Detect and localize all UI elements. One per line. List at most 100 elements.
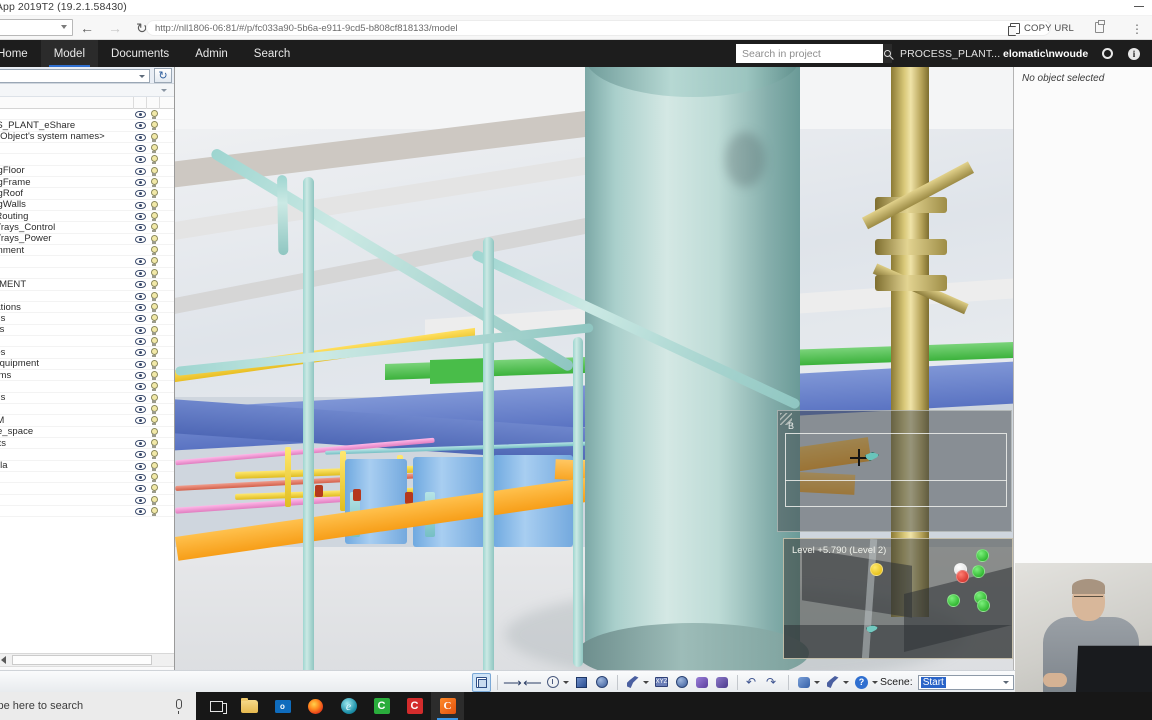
- highlight-bulb-icon[interactable]: [150, 166, 158, 176]
- highlight-bulb-icon[interactable]: [150, 189, 158, 199]
- copy-url-button[interactable]: COPY URL: [1008, 20, 1074, 36]
- visibility-eye-icon[interactable]: [135, 179, 146, 187]
- tree-row[interactable]: ingFloor: [0, 165, 174, 178]
- history-button[interactable]: [543, 673, 562, 692]
- visibility-eye-icon[interactable]: [135, 451, 146, 459]
- visibility-eye-icon[interactable]: [135, 145, 146, 153]
- visibility-eye-icon[interactable]: [135, 485, 146, 493]
- tree-row[interactable]: [0, 472, 174, 484]
- tree-row[interactable]: dations: [0, 302, 174, 314]
- tree-row[interactable]: ekla: [0, 460, 174, 472]
- highlight-bulb-icon[interactable]: [150, 155, 158, 165]
- highlight-bulb-icon[interactable]: [150, 359, 158, 369]
- visibility-eye-icon[interactable]: [135, 417, 146, 425]
- chevron-down-icon[interactable]: [563, 680, 569, 684]
- tree-row[interactable]: [0, 404, 174, 416]
- gold-column[interactable]: [891, 67, 929, 617]
- chevron-down-icon[interactable]: [643, 680, 649, 684]
- highlight-bulb-icon[interactable]: [150, 393, 158, 403]
- tree-row[interactable]: [0, 336, 174, 348]
- visibility-eye-icon[interactable]: [135, 462, 146, 470]
- taskbar-search[interactable]: ype here to search: [0, 692, 196, 720]
- settings-button[interactable]: [823, 673, 842, 692]
- tree-row[interactable]: ingRoof: [0, 188, 174, 200]
- visibility-eye-icon[interactable]: [135, 349, 146, 357]
- search-button[interactable]: [883, 44, 892, 63]
- tag-button[interactable]: XYZ: [652, 673, 671, 692]
- section-button[interactable]: [712, 673, 731, 692]
- tree-row[interactable]: [0, 483, 174, 495]
- highlight-bulb-icon[interactable]: [150, 257, 158, 267]
- forward-arrow-icon[interactable]: →: [108, 21, 122, 35]
- tree-rows[interactable]: SS_PLANT_eShare in Object's system names…: [0, 109, 174, 664]
- tree-row[interactable]: des: [0, 347, 174, 359]
- highlight-bulb-icon[interactable]: [150, 507, 158, 517]
- highlight-bulb-icon[interactable]: [150, 200, 158, 210]
- highlight-bulb-icon[interactable]: [150, 416, 158, 426]
- orbit-button[interactable]: [672, 673, 691, 692]
- nav-item-model[interactable]: Model: [40, 40, 99, 67]
- visibility-eye-icon[interactable]: [135, 383, 146, 391]
- forward-button[interactable]: ⟵: [523, 673, 542, 692]
- nav-item-documents[interactable]: Documents: [98, 40, 182, 67]
- tree-row[interactable]: [0, 143, 174, 155]
- visibility-eye-icon[interactable]: [135, 258, 146, 266]
- back-button[interactable]: ⟶: [503, 673, 522, 692]
- highlight-bulb-icon[interactable]: [150, 484, 158, 494]
- tree-row[interactable]: ainment: [0, 245, 174, 257]
- highlight-bulb-icon[interactable]: [150, 370, 158, 380]
- tree-row[interactable]: SS_PLANT_eShare: [0, 120, 174, 132]
- visibility-eye-icon[interactable]: [135, 439, 146, 447]
- visibility-eye-icon[interactable]: [135, 360, 146, 368]
- highlight-bulb-icon[interactable]: [150, 348, 158, 358]
- outlook-button[interactable]: o: [266, 692, 299, 720]
- chevron-down-icon[interactable]: [814, 680, 820, 684]
- highlight-bulb-icon[interactable]: [150, 450, 158, 460]
- search-input[interactable]: [736, 44, 883, 63]
- tree-row[interactable]: [0, 268, 174, 280]
- highlight-bulb-icon[interactable]: [150, 325, 158, 335]
- tree-row[interactable]: IPMENT: [0, 279, 174, 291]
- tree-row[interactable]: ce: [0, 381, 174, 393]
- highlight-bulb-icon[interactable]: [150, 291, 158, 301]
- process-tank[interactable]: [577, 67, 809, 670]
- highlight-bulb-icon[interactable]: [150, 302, 158, 312]
- visibility-eye-icon[interactable]: [135, 213, 146, 221]
- visibility-eye-icon[interactable]: [135, 133, 146, 141]
- tree-row[interactable]: orms: [0, 370, 174, 382]
- undo-button[interactable]: ↶: [743, 673, 762, 692]
- tree-row[interactable]: ingFrame: [0, 177, 174, 189]
- highlight-bulb-icon[interactable]: [150, 438, 158, 448]
- highlight-bulb-icon[interactable]: [150, 246, 158, 256]
- highlight-bulb-icon[interactable]: [150, 495, 158, 505]
- internet-explorer-button[interactable]: e: [332, 692, 365, 720]
- task-view-button[interactable]: [200, 692, 233, 720]
- marker-red[interactable]: [956, 570, 969, 583]
- marker-green-3[interactable]: [947, 594, 960, 607]
- tree-row[interactable]: rEquipment: [0, 358, 174, 370]
- highlight-bulb-icon[interactable]: [150, 110, 158, 119]
- url-bar[interactable]: http://nll1806-06:81/#/p/fc033a90-5b6a-e…: [146, 20, 1051, 36]
- model-viewport-3d[interactable]: B Level +5.790 (Level 2): [175, 67, 1013, 670]
- browser-profile-combo[interactable]: [0, 19, 73, 36]
- highlight-bulb-icon[interactable]: [150, 234, 158, 244]
- marker-green-5[interactable]: [977, 599, 990, 612]
- green-app-button[interactable]: C: [365, 692, 398, 720]
- highlight-bulb-icon[interactable]: [150, 223, 158, 233]
- visibility-eye-icon[interactable]: [135, 474, 146, 481]
- visibility-eye-icon[interactable]: [135, 337, 146, 345]
- visibility-eye-icon[interactable]: [135, 281, 146, 289]
- tree-row[interactable]: ngs: [0, 313, 174, 325]
- file-explorer-button[interactable]: [233, 692, 266, 720]
- visibility-eye-icon[interactable]: [135, 224, 146, 232]
- tree-row[interactable]: V: [0, 495, 174, 507]
- highlight-bulb-icon[interactable]: [150, 121, 158, 131]
- highlight-bulb-icon[interactable]: [150, 336, 158, 346]
- red-app-button[interactable]: C: [398, 692, 431, 720]
- orange-app-button[interactable]: C: [431, 692, 464, 720]
- help-button[interactable]: ?: [852, 673, 871, 692]
- tree-row[interactable]: [0, 291, 174, 302]
- highlight-bulb-icon[interactable]: [150, 280, 158, 290]
- visibility-eye-icon[interactable]: [135, 405, 146, 413]
- tree-row[interactable]: AM: [0, 415, 174, 427]
